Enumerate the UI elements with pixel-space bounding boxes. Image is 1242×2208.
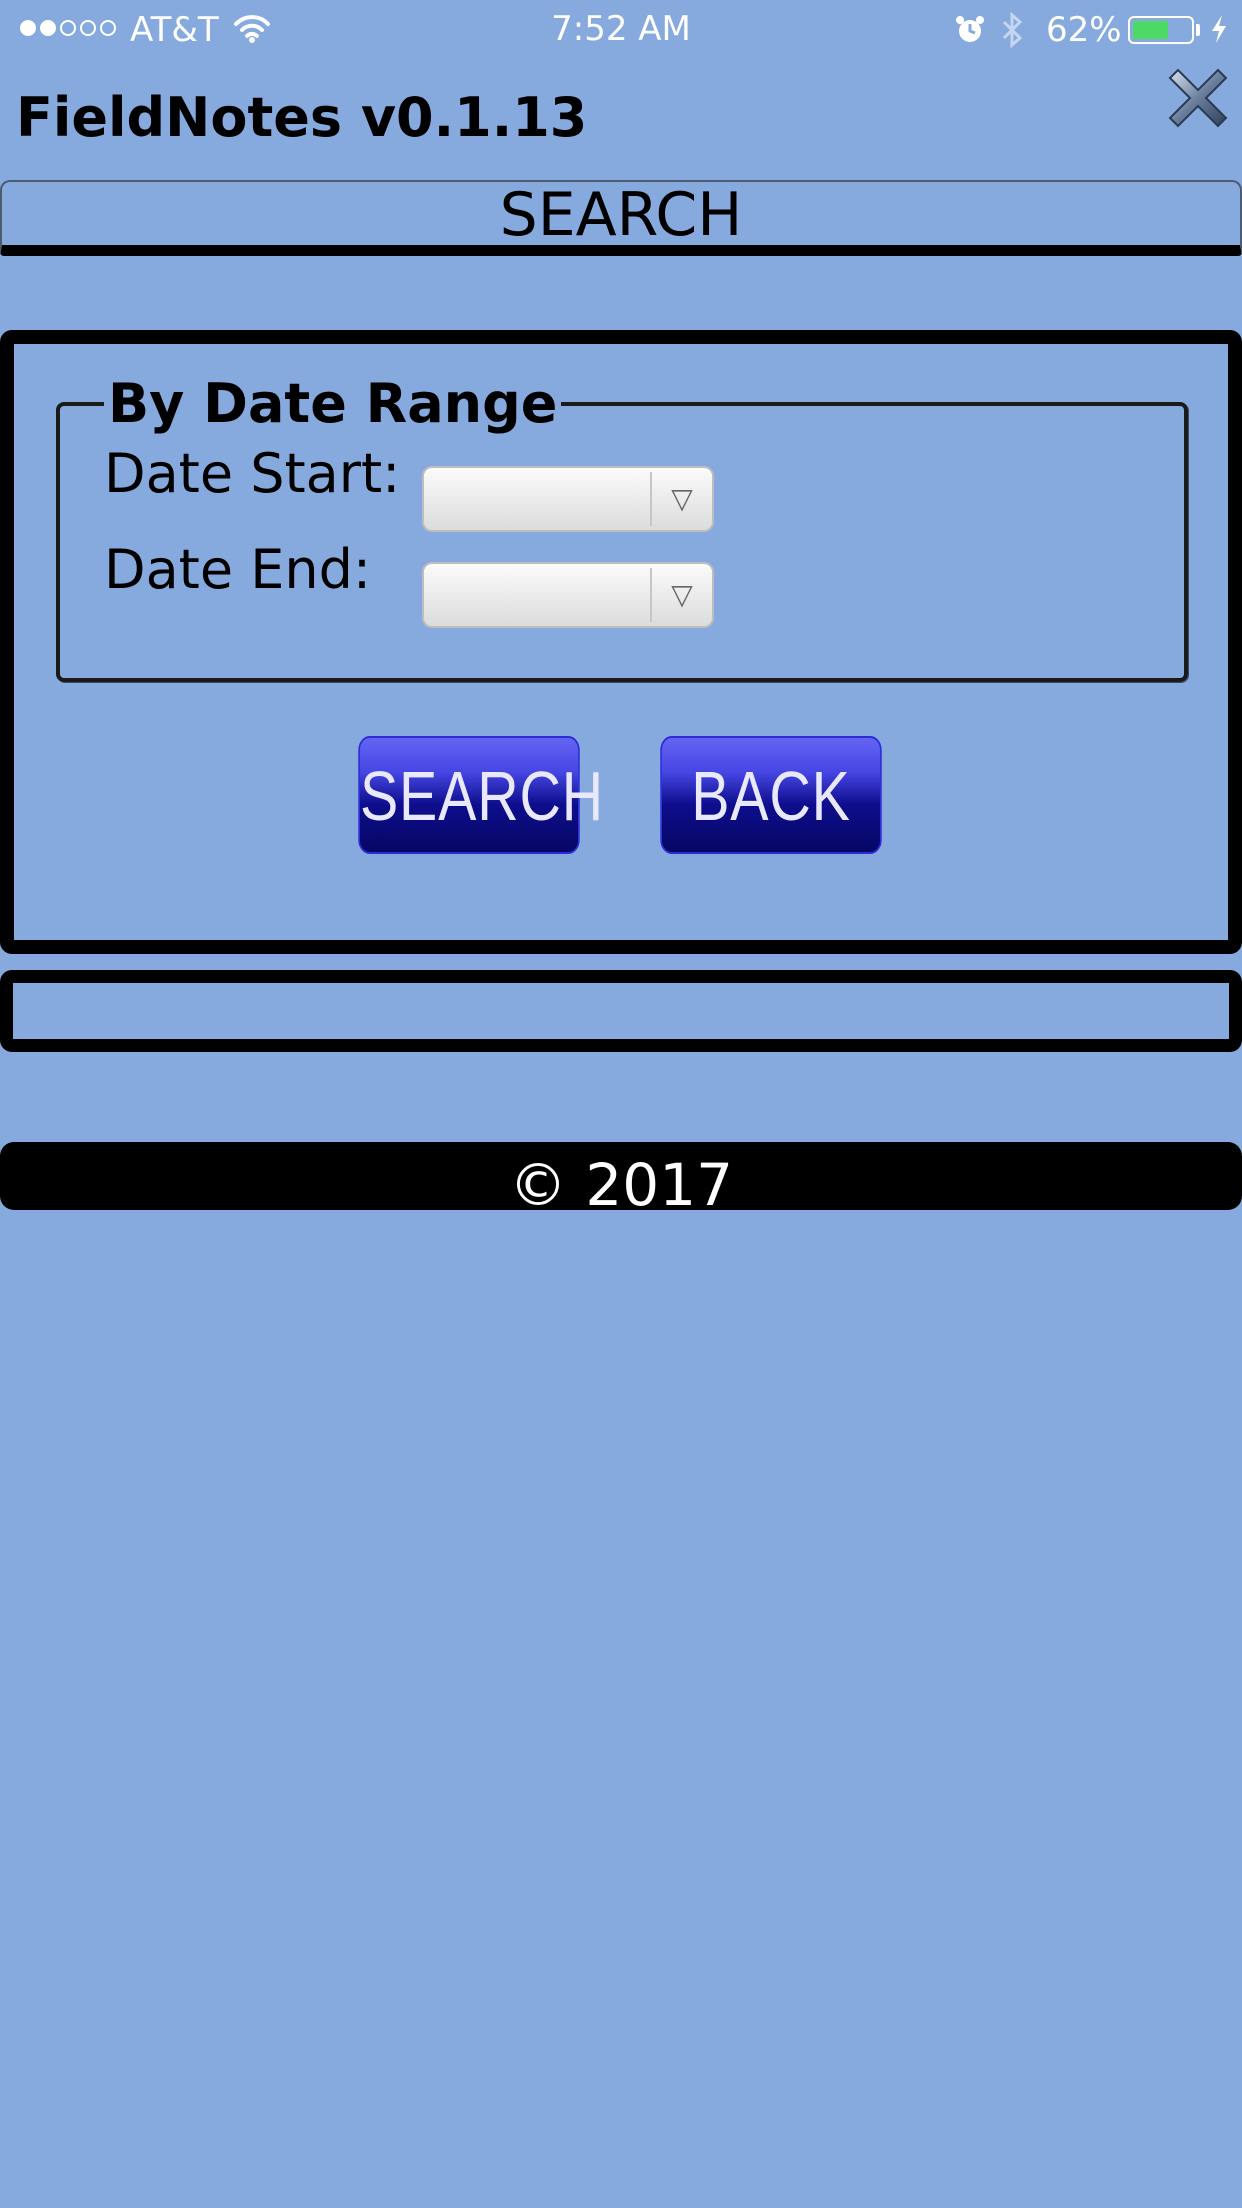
date-range-fieldset: By Date Range Date Start: ▽ Date End: ▽ — [56, 374, 1188, 682]
battery-icon — [1128, 16, 1194, 44]
close-x-icon[interactable] — [1162, 62, 1234, 134]
results-box — [0, 970, 1242, 1052]
chevron-down-icon: ▽ — [671, 482, 693, 515]
date-start-label: Date Start: — [104, 442, 401, 505]
section-title: SEARCH — [499, 180, 743, 250]
search-button[interactable]: SEARCH — [358, 736, 603, 854]
chevron-down-icon: ▽ — [671, 578, 693, 611]
date-start-select[interactable]: ▽ — [422, 466, 714, 532]
battery-percent: 62% — [1046, 10, 1122, 50]
footer-copyright: © 2017 — [0, 1142, 1242, 1210]
alarm-icon — [954, 14, 986, 50]
section-header: SEARCH — [0, 180, 1242, 256]
back-button[interactable]: BACK — [660, 736, 882, 854]
battery-level-fill — [1133, 21, 1168, 39]
bluetooth-icon — [1000, 11, 1024, 52]
search-panel: By Date Range Date Start: ▽ Date End: ▽ … — [0, 330, 1242, 954]
date-end-select[interactable]: ▽ — [422, 562, 714, 628]
charging-bolt-icon — [1210, 14, 1228, 48]
app-title: FieldNotes v0.1.13 — [16, 86, 588, 149]
date-range-legend: By Date Range — [104, 374, 562, 434]
date-end-label: Date End: — [104, 538, 372, 601]
status-bar: AT&T 7:52 AM 62% — [0, 0, 1242, 60]
